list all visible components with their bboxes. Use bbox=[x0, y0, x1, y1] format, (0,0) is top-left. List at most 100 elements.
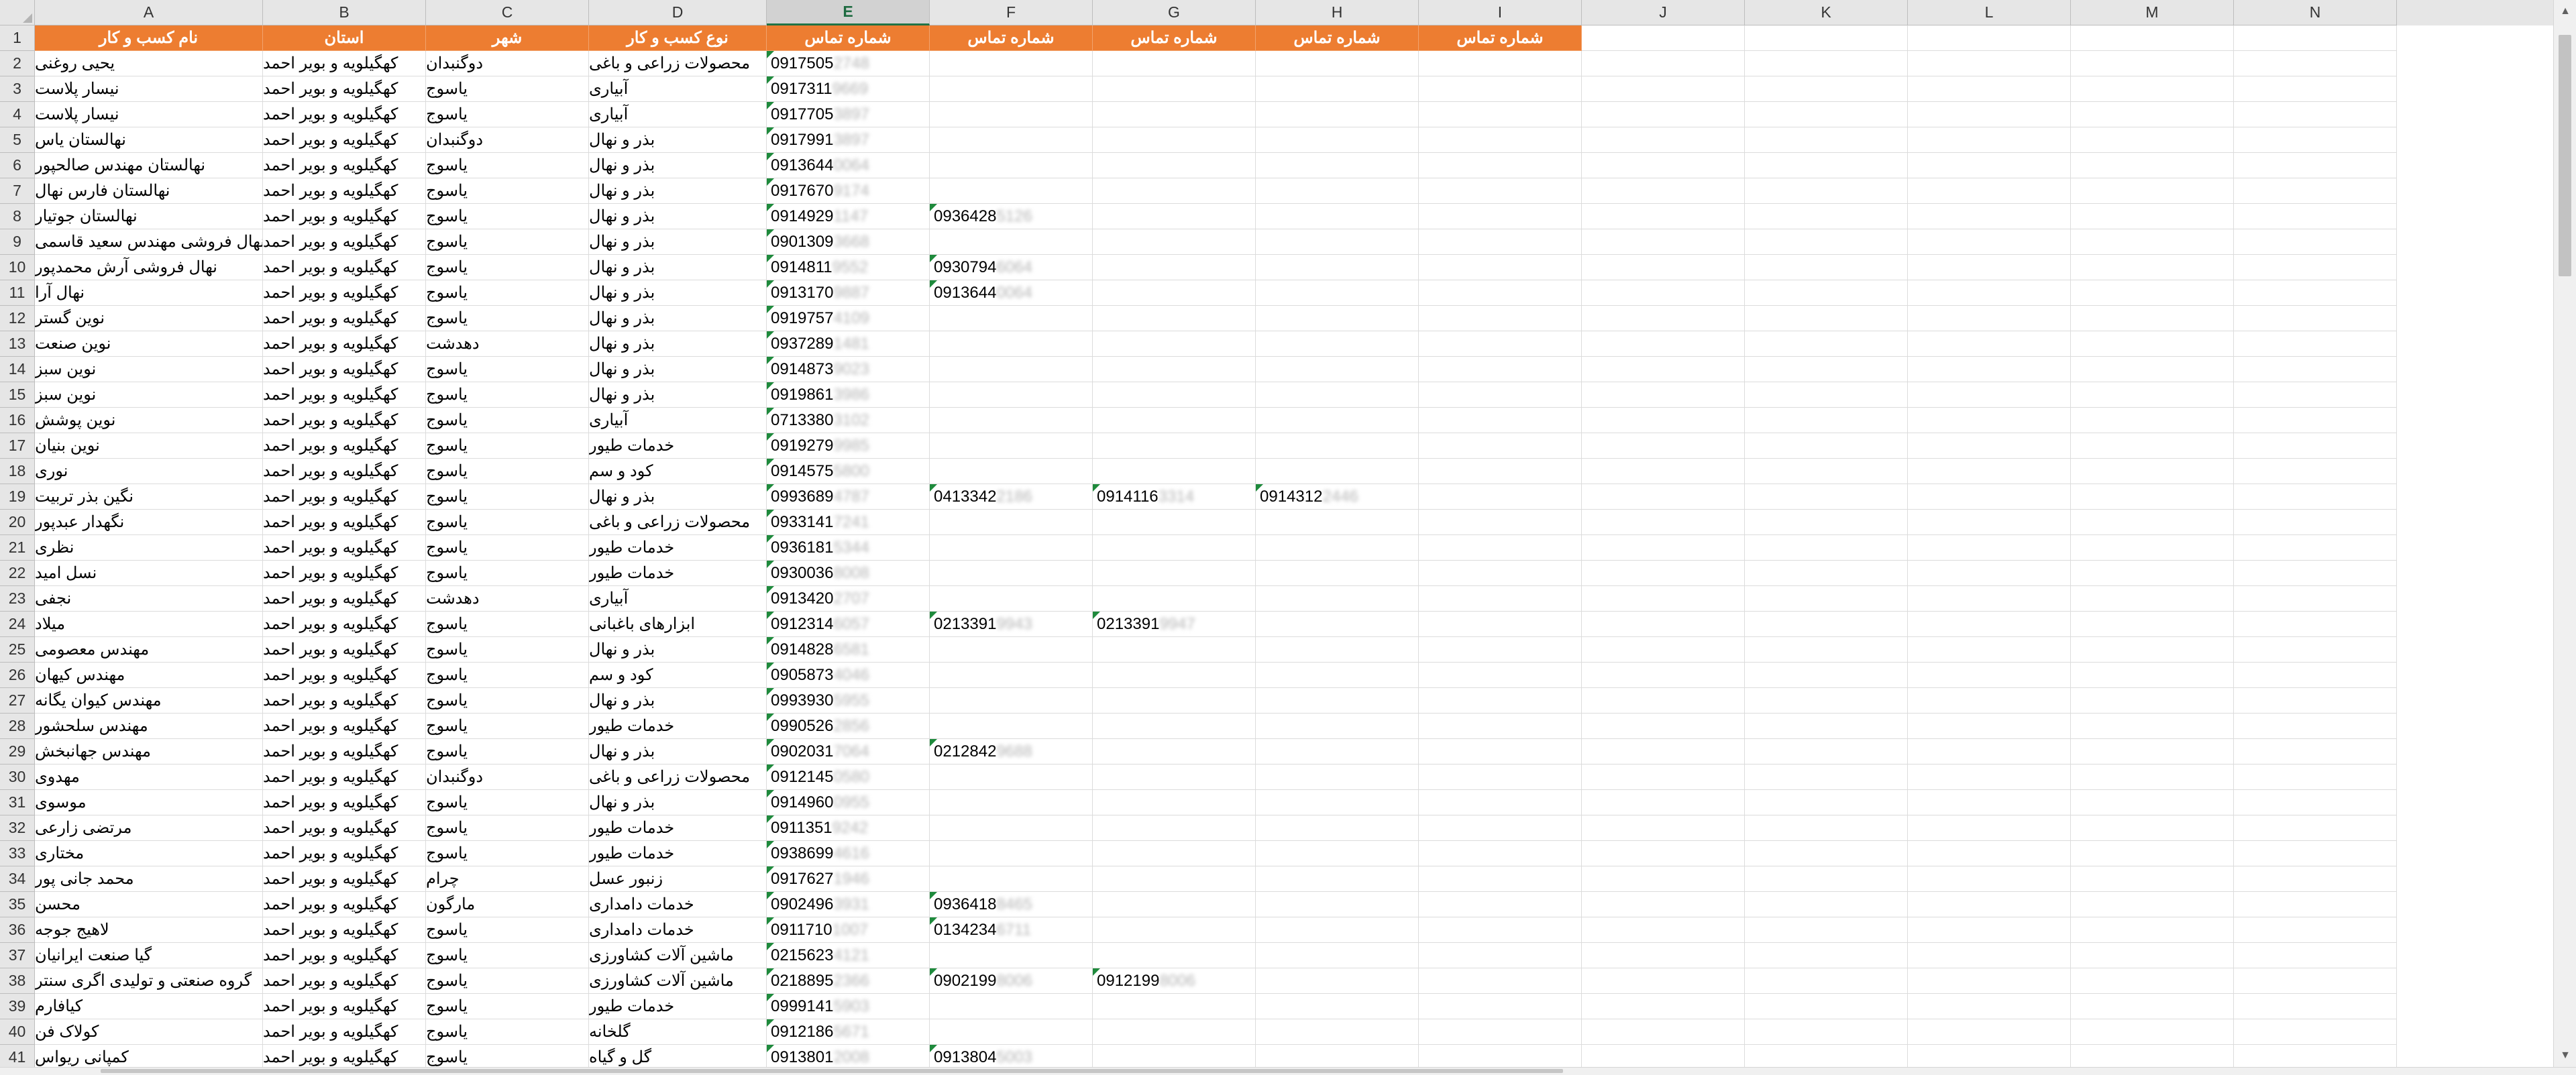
empty-cell[interactable] bbox=[1908, 331, 2071, 357]
cell-c8[interactable]: یاسوج bbox=[426, 204, 589, 229]
empty-cell[interactable] bbox=[1908, 357, 2071, 382]
cell-c32[interactable]: یاسوج bbox=[426, 815, 589, 841]
cell-g10[interactable] bbox=[1093, 255, 1256, 280]
cell-g36[interactable] bbox=[1093, 917, 1256, 943]
empty-cell[interactable] bbox=[1908, 153, 2071, 178]
empty-cell[interactable] bbox=[2071, 510, 2234, 535]
cell-i31[interactable] bbox=[1419, 790, 1582, 815]
empty-cell[interactable] bbox=[1745, 357, 1908, 382]
cell-g16[interactable] bbox=[1093, 408, 1256, 433]
empty-cell[interactable] bbox=[1745, 331, 1908, 357]
empty-cell[interactable] bbox=[2071, 408, 2234, 433]
cell-c22[interactable]: یاسوج bbox=[426, 561, 589, 586]
column-header-d[interactable]: D bbox=[589, 0, 767, 25]
empty-cell[interactable] bbox=[1582, 561, 1745, 586]
cell-a21[interactable]: نظری bbox=[35, 535, 263, 561]
empty-cell[interactable] bbox=[1908, 790, 2071, 815]
empty-cell[interactable] bbox=[1908, 917, 2071, 943]
cell-f41[interactable]: 0913804 5003 bbox=[930, 1045, 1093, 1067]
row-header-9[interactable]: 9 bbox=[0, 229, 35, 255]
column-header-m[interactable]: M bbox=[2071, 0, 2234, 25]
row-header-11[interactable]: 11 bbox=[0, 280, 35, 306]
empty-cell[interactable] bbox=[2071, 76, 2234, 102]
cell-b31[interactable]: کهگیلویه و بویر احمد bbox=[263, 790, 426, 815]
cell-b38[interactable]: کهگیلویه و بویر احمد bbox=[263, 968, 426, 994]
cell-e16[interactable]: 0713380 3102 bbox=[767, 408, 930, 433]
cell-c25[interactable]: یاسوج bbox=[426, 637, 589, 663]
cell-i25[interactable] bbox=[1419, 637, 1582, 663]
cell-b21[interactable]: کهگیلویه و بویر احمد bbox=[263, 535, 426, 561]
cell-f11[interactable]: 0913644 0064 bbox=[930, 280, 1093, 306]
cell-h30[interactable] bbox=[1256, 765, 1419, 790]
cell-h37[interactable] bbox=[1256, 943, 1419, 968]
empty-cell[interactable] bbox=[1745, 637, 1908, 663]
empty-cell[interactable] bbox=[1908, 306, 2071, 331]
row-header-29[interactable]: 29 bbox=[0, 739, 35, 765]
spreadsheet-grid[interactable]: ABCDEFGHIJKLMN 1 2 3 4 5 6 7 8 9 10 11 12 13 14 15 16 17… bbox=[0, 0, 2553, 1067]
empty-cell[interactable] bbox=[2071, 255, 2234, 280]
cell-i16[interactable] bbox=[1419, 408, 1582, 433]
empty-cell[interactable] bbox=[2071, 459, 2234, 484]
row-header-12[interactable]: 12 bbox=[0, 306, 35, 331]
empty-cell[interactable] bbox=[2234, 841, 2397, 866]
row-header-36[interactable]: 36 bbox=[0, 917, 35, 943]
cell-b35[interactable]: کهگیلویه و بویر احمد bbox=[263, 892, 426, 917]
cell-a32[interactable]: مرتضی زارعی bbox=[35, 815, 263, 841]
empty-cell[interactable] bbox=[2234, 255, 2397, 280]
empty-cell[interactable] bbox=[1745, 688, 1908, 714]
cell-a41[interactable]: کمپانی ریواس bbox=[35, 1045, 263, 1067]
cell-b9[interactable]: کهگیلویه و بویر احمد bbox=[263, 229, 426, 255]
cell-i22[interactable] bbox=[1419, 561, 1582, 586]
cell-i11[interactable] bbox=[1419, 280, 1582, 306]
empty-cell[interactable] bbox=[2071, 484, 2234, 510]
cell-g23[interactable] bbox=[1093, 586, 1256, 612]
cell-d3[interactable]: آبیاری bbox=[589, 76, 767, 102]
empty-cell[interactable] bbox=[2234, 433, 2397, 459]
cell-b8[interactable]: کهگیلویه و بویر احمد bbox=[263, 204, 426, 229]
cell-e35[interactable]: 0902496 3931 bbox=[767, 892, 930, 917]
cell-g17[interactable] bbox=[1093, 433, 1256, 459]
empty-cell[interactable] bbox=[1582, 51, 1745, 76]
cell-i33[interactable] bbox=[1419, 841, 1582, 866]
cell-g19[interactable]: 0914116 3314 bbox=[1093, 484, 1256, 510]
cell-b34[interactable]: کهگیلویه و بویر احمد bbox=[263, 866, 426, 892]
cell-c36[interactable]: یاسوج bbox=[426, 917, 589, 943]
cell-e18[interactable]: 0914575 5800 bbox=[767, 459, 930, 484]
cell-i39[interactable] bbox=[1419, 994, 1582, 1019]
empty-cell[interactable] bbox=[1582, 994, 1745, 1019]
cell-h23[interactable] bbox=[1256, 586, 1419, 612]
empty-cell[interactable] bbox=[1582, 535, 1745, 561]
cell-b19[interactable]: کهگیلویه و بویر احمد bbox=[263, 484, 426, 510]
empty-cell[interactable] bbox=[2071, 535, 2234, 561]
empty-cell[interactable] bbox=[1908, 484, 2071, 510]
cell-c40[interactable]: یاسوج bbox=[426, 1019, 589, 1045]
cell-i28[interactable] bbox=[1419, 714, 1582, 739]
cell-f30[interactable] bbox=[930, 765, 1093, 790]
cell-a22[interactable]: نسل امید bbox=[35, 561, 263, 586]
cell-e20[interactable]: 0933141 7241 bbox=[767, 510, 930, 535]
cell-f19[interactable]: 0413342 2186 bbox=[930, 484, 1093, 510]
cell-c9[interactable]: یاسوج bbox=[426, 229, 589, 255]
empty-cell[interactable] bbox=[1908, 433, 2071, 459]
cell-h36[interactable] bbox=[1256, 917, 1419, 943]
cell-f20[interactable] bbox=[930, 510, 1093, 535]
cell-d24[interactable]: ابزارهای باغبانی bbox=[589, 612, 767, 637]
empty-cell[interactable] bbox=[1908, 204, 2071, 229]
empty-cell[interactable] bbox=[1582, 612, 1745, 637]
empty-cell[interactable] bbox=[2071, 943, 2234, 968]
cell-a36[interactable]: لاهیج جوجه bbox=[35, 917, 263, 943]
empty-cell[interactable] bbox=[2234, 637, 2397, 663]
cell-c11[interactable]: یاسوج bbox=[426, 280, 589, 306]
empty-cell[interactable] bbox=[1908, 178, 2071, 204]
cell-b29[interactable]: کهگیلویه و بویر احمد bbox=[263, 739, 426, 765]
empty-cell[interactable] bbox=[2071, 204, 2234, 229]
cell-b36[interactable]: کهگیلویه و بویر احمد bbox=[263, 917, 426, 943]
cell-f8[interactable]: 0936428 5126 bbox=[930, 204, 1093, 229]
cell-g27[interactable] bbox=[1093, 688, 1256, 714]
cell-f39[interactable] bbox=[930, 994, 1093, 1019]
cell-f33[interactable] bbox=[930, 841, 1093, 866]
empty-cell[interactable] bbox=[1908, 739, 2071, 765]
cell-h4[interactable] bbox=[1256, 102, 1419, 127]
empty-cell[interactable] bbox=[2234, 892, 2397, 917]
cell-g38[interactable]: 0912199 8006 bbox=[1093, 968, 1256, 994]
